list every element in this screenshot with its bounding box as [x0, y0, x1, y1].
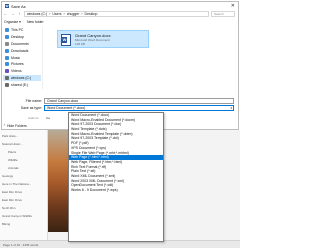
sidebar-item-music[interactable]: Music — [3, 54, 41, 61]
breadcrumb-item[interactable]: Users — [52, 12, 61, 16]
file-size: 128 KB — [75, 42, 85, 46]
documents-icon — [5, 41, 9, 46]
outline-item[interactable]: Plants — [8, 150, 16, 155]
pictures-icon — [5, 62, 9, 67]
new-folder-button[interactable]: New folder — [27, 20, 44, 24]
drive-icon — [5, 75, 9, 80]
dialog-titlebar: W Save As — [2, 2, 238, 10]
address-bar[interactable]: windows (C:) › Users › chugger › Desktop — [24, 10, 209, 17]
outline-item[interactable]: East Rim Drive — [2, 198, 22, 203]
authors-label: Authors: — [28, 116, 40, 120]
outline-item[interactable]: Geology — [2, 174, 13, 179]
chevron-right-icon: › — [49, 11, 51, 16]
sidebar-item-shared-e[interactable]: shared (E:) — [3, 81, 41, 88]
file-name-label: File name: — [25, 99, 42, 103]
save-type-value: Word Document (*.docx) — [47, 106, 86, 110]
chevron-down-icon: ▾ — [230, 106, 232, 110]
chevron-right-icon: › — [81, 11, 83, 16]
organize-button[interactable]: Organize ▾ — [4, 20, 21, 24]
desktop-icon — [5, 35, 9, 40]
breadcrumb-item[interactable]: chugger — [67, 12, 80, 16]
sidebar-item-videos[interactable]: Videos — [3, 68, 41, 75]
outline-item[interactable]: Park Histo... — [2, 134, 18, 139]
chevron-right-icon: › — [63, 11, 65, 16]
file-list: Grand Canyon.docx Microsoft Word Documen… — [42, 27, 234, 89]
dialog-title: Save As — [11, 3, 26, 9]
pc-icon — [5, 28, 9, 33]
file-name-field[interactable]: Grand Canyon.docx — [44, 98, 234, 104]
navigation-outline: Park Histo... Natural Histor... Plants W… — [0, 130, 48, 248]
word-document-icon — [61, 34, 71, 46]
sidebar-item-downloads[interactable]: Downloads — [3, 47, 41, 54]
back-arrow-icon[interactable]: ← — [3, 11, 8, 17]
outline-item[interactable]: Biking — [2, 222, 10, 227]
hide-folders-button[interactable]: ⌃ Hide Folders — [3, 124, 27, 128]
sidebar-item-pictures[interactable]: Pictures — [3, 61, 41, 68]
sidebar-item-this-pc[interactable]: This PC — [3, 27, 41, 34]
music-icon — [5, 55, 9, 60]
outline-item[interactable]: Natural Histor... — [2, 142, 23, 147]
navigation-bar: ← → ↑ windows (C:) › Users › chugger › D… — [3, 10, 235, 17]
authors-value[interactable]: Ca — [46, 116, 50, 120]
save-type-dropdown: Word Document (*.docx) Word Macro-Enabled… — [68, 112, 164, 242]
word-app-icon: W — [5, 4, 9, 8]
toolbar: Organize ▾ New folder — [4, 19, 234, 25]
sidebar-item-desktop[interactable]: Desktop — [3, 34, 41, 41]
outline-item[interactable]: Animals — [8, 166, 19, 171]
navigation-pane: This PC Desktop Documents Downloads Musi… — [3, 27, 41, 89]
dropdown-option[interactable]: Works 6 - 9 Document (*.wps) — [69, 188, 163, 193]
up-arrow-icon[interactable]: ↑ — [17, 11, 22, 17]
search-input[interactable]: Search — [211, 10, 235, 17]
save-type-label: Save as type: — [20, 106, 42, 110]
chevron-up-icon: ⌃ — [3, 124, 6, 128]
breadcrumb-item[interactable]: Desktop — [85, 12, 98, 16]
forward-arrow-icon[interactable]: → — [10, 11, 15, 17]
sidebar-item-documents[interactable]: Documents — [3, 41, 41, 48]
save-type-select[interactable]: Word Document (*.docx) ▾ — [44, 105, 234, 111]
outline-item[interactable]: East Rim Drive — [2, 190, 22, 195]
outline-item[interactable]: North Rim — [2, 206, 16, 211]
file-item[interactable]: Grand Canyon.docx Microsoft Word Documen… — [57, 30, 149, 48]
hide-folders-label: Hide Folders — [6, 124, 27, 128]
downloads-icon — [5, 48, 9, 53]
breadcrumb-item[interactable]: windows (C:) — [27, 12, 47, 16]
sidebar-item-windows-c[interactable]: windows (C:) — [3, 74, 41, 82]
drive-icon — [5, 82, 9, 87]
videos-icon — [5, 69, 9, 74]
outline-item[interactable]: Grand Canyon Wildlife — [2, 214, 32, 219]
close-icon[interactable]: ✕ — [231, 3, 235, 9]
outline-item[interactable]: Wildlife — [8, 158, 18, 163]
outline-item[interactable]: Here in The Nationa... — [2, 182, 31, 187]
